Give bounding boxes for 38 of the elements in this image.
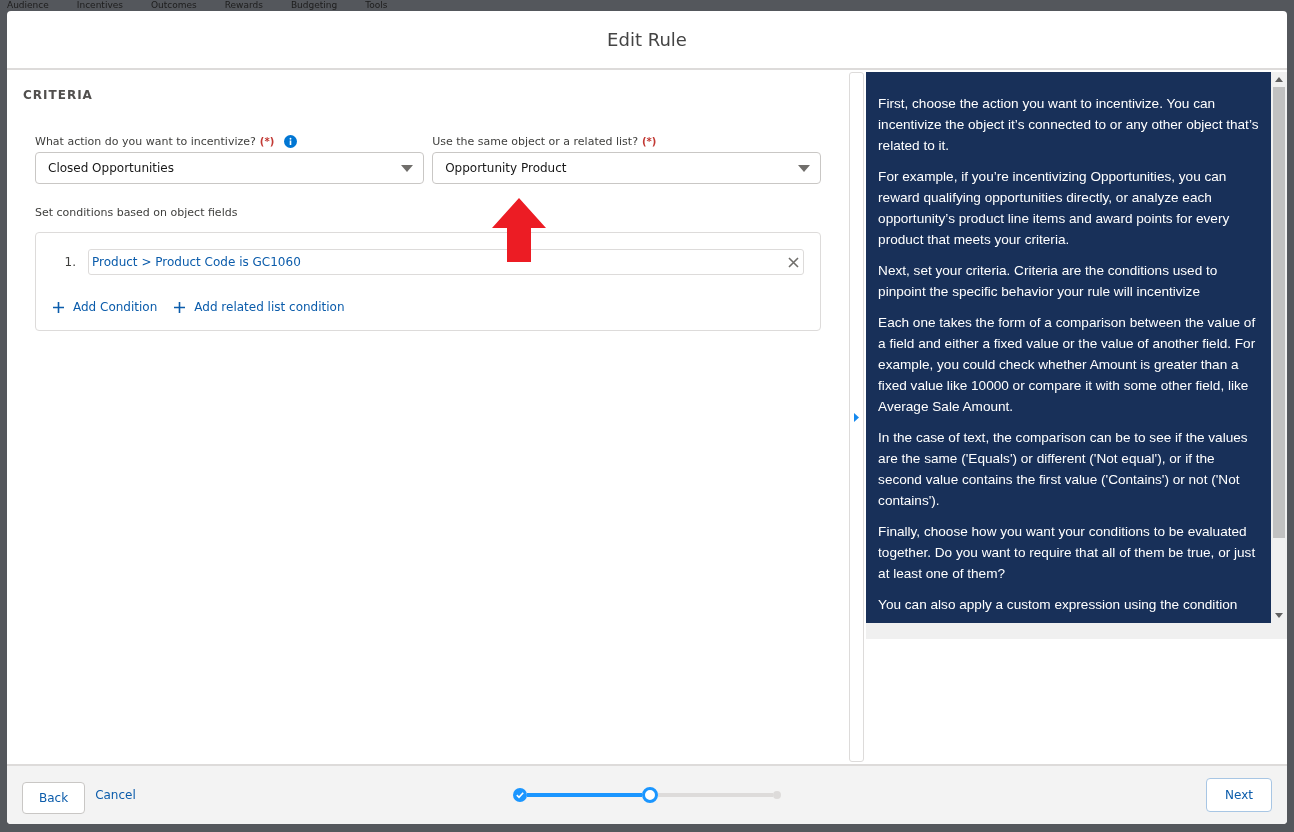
help-paragraph: You can also apply a custom expression using the condition (878, 596, 1239, 614)
help-paragraph: Next, set your criteria. Criteria are the conditions used to pinpoint the specific behavior your rule will incentivize (878, 262, 1219, 301)
required-mark: (*) (641, 135, 657, 147)
close-icon[interactable] (788, 256, 800, 268)
caret-icon (798, 164, 811, 172)
help-paragraph: Each one takes the form of a comparison between the value of a field and either a fixed value or the value of another field. For example, you could check whether Amount is greater than a fixed value like 10000 or compare it with some other field, like Average Sale Amount. (878, 314, 1257, 416)
check-icon[interactable] (513, 788, 527, 802)
scroll-up-icon[interactable] (1275, 77, 1283, 82)
annotation-arrow (492, 198, 546, 262)
modal-title: Edit Rule (607, 29, 687, 50)
field-label: Set conditions based on object fields (35, 206, 239, 219)
help-paragraph: First, choose the action you want to incentivize. You can incentivize the object it’s connected to or any other object that’s related to it. (878, 95, 1259, 155)
vertical-scrollbar[interactable] (1271, 72, 1287, 623)
caret-icon (401, 164, 414, 172)
help-paragraph: For example, if you’re incentivizing Opportunities, you can reward qualifying opportunities directly, or analyze each opportunity’s product line items and award points for every product that meets your criteria. (878, 168, 1231, 249)
add-link[interactable]: Add Condition (52, 300, 158, 314)
section-heading: CRITERIA (23, 88, 94, 102)
back-button[interactable]: Back (22, 782, 86, 814)
horizontal-scrollbar[interactable] (866, 623, 1287, 639)
dropdown[interactable]: Closed Opportunities (35, 152, 425, 184)
required-mark: (*) (259, 135, 275, 147)
dropdown[interactable]: Opportunity Product (432, 152, 822, 184)
scroll-down-icon[interactable] (1275, 613, 1283, 618)
help-paragraph: In the case of text, the comparison can be to see if the values are the same ('Equals') or different ('Not equal'), or if the second value contains the first value ('Contains') or not ('Not contains'). (878, 429, 1249, 510)
expand-icon (854, 412, 860, 422)
field-label: Use the same object or a related list? (432, 134, 638, 148)
condition-field[interactable]: Product > Product Code is GC1060 (88, 249, 805, 275)
info-icon[interactable] (284, 134, 298, 148)
cancel-link[interactable]: Cancel (95, 788, 136, 802)
add-link[interactable]: Add related list condition (173, 300, 345, 314)
step-marker[interactable] (773, 791, 781, 799)
plus-icon (53, 301, 64, 313)
help-paragraph: Finally, choose how you want your conditions to be evaluated together. Do you want to require that all of them be true, or just at least one of them? (878, 523, 1257, 583)
step-marker[interactable] (642, 787, 658, 803)
next-button[interactable]: Next (1206, 778, 1272, 812)
field-label: What action do you want to incentivize? (35, 134, 256, 148)
row-number: 1. (63, 255, 76, 269)
plus-icon (174, 301, 186, 313)
